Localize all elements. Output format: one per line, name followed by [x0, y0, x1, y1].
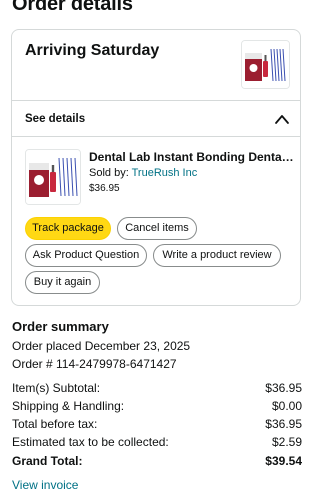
sold-by: Sold by: TrueRush Inc [89, 167, 197, 179]
view-invoice-link[interactable]: View invoice [12, 478, 78, 492]
summary-value: $36.95 [265, 417, 302, 431]
product-title-link[interactable]: Dental Lab Instant Bonding Dental Repair… [89, 150, 294, 164]
chevron-up-icon[interactable] [274, 112, 290, 126]
cancel-items-button[interactable]: Cancel items [117, 217, 197, 240]
see-details-toggle[interactable]: See details [25, 113, 85, 125]
summary-value: $0.00 [271, 399, 302, 413]
product-image [26, 150, 80, 204]
summary-value: $2.59 [271, 435, 302, 449]
order-summary-heading: Order summary [12, 319, 109, 334]
summary-value: $36.95 [265, 381, 302, 395]
buy-it-again-button[interactable]: Buy it again [25, 271, 100, 294]
summary-value: $39.54 [265, 454, 302, 468]
track-package-button[interactable]: Track package [25, 217, 111, 240]
order-number: Order # 114-2479978-6471427 [12, 357, 177, 371]
write-review-button[interactable]: Write a product review [153, 244, 281, 267]
summary-label: Item(s) Subtotal: [12, 381, 101, 395]
order-details-page: Order details Arriving Saturday See deta… [0, 0, 314, 500]
product-price: $36.95 [89, 183, 120, 194]
product-image-small [242, 41, 289, 88]
product-thumbnail[interactable] [25, 149, 81, 205]
card-divider [12, 136, 300, 137]
sold-by-label: Sold by: [89, 167, 129, 179]
order-placed-date: Order placed December 23, 2025 [12, 339, 191, 353]
ask-product-question-button[interactable]: Ask Product Question [25, 244, 147, 267]
page-title: Order details [12, 0, 133, 15]
summary-label: Grand Total: [12, 454, 83, 468]
summary-label: Total before tax: [12, 417, 98, 431]
summary-label: Shipping & Handling: [12, 399, 125, 413]
delivery-status: Arriving Saturday [25, 42, 160, 59]
shipment-card: Arriving Saturday See details Dental Lab… [11, 29, 301, 306]
seller-link[interactable]: TrueRush Inc [132, 167, 198, 179]
shipment-product-thumbnail[interactable] [241, 40, 290, 89]
summary-label: Estimated tax to be collected: [12, 435, 169, 449]
card-divider [12, 100, 300, 101]
